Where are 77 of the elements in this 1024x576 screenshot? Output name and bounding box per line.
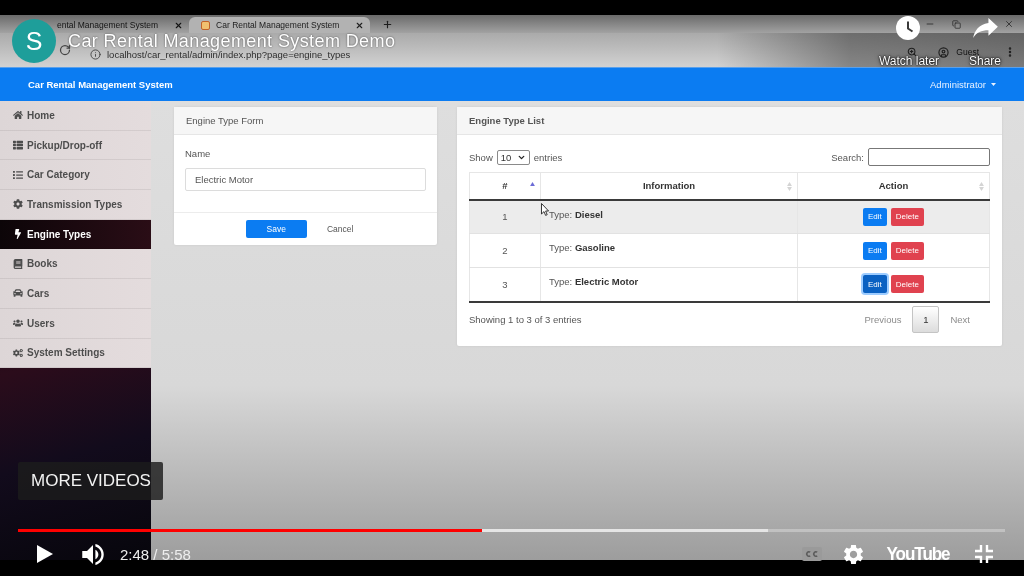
sidebar-item[interactable]: Transmission Types [0, 190, 151, 220]
tab-title: ental Management System [57, 20, 159, 30]
close-window-icon[interactable] [1004, 19, 1014, 29]
search-field[interactable] [868, 148, 990, 166]
browser-tab[interactable]: Car Rental Management System [189, 17, 371, 33]
play-icon[interactable] [37, 545, 53, 563]
engine-type-text: Type: Diesel [549, 208, 603, 220]
browser-tab[interactable]: ental Management System [57, 17, 190, 33]
progress-track[interactable] [18, 529, 1005, 532]
sidebar-item[interactable]: Pickup/Drop-off [0, 130, 151, 161]
delete-button[interactable]: Delete [890, 241, 924, 260]
channel-avatar[interactable]: S [12, 19, 56, 63]
sidebar-item[interactable]: Engine Types [0, 219, 151, 250]
settings-icon[interactable] [843, 544, 863, 564]
sidebar-item[interactable]: Users [0, 308, 151, 339]
time-display: 2:48 / 5:58 [120, 545, 191, 563]
url-text[interactable]: localhost/car_rental/admin/index.php?page=engine_types [107, 50, 351, 59]
table-info-text: Showing 1 to 3 of 3 entries [469, 313, 582, 325]
page-button[interactable]: 1 [912, 305, 940, 333]
edit-button[interactable]: Edit [863, 207, 887, 226]
card-header: Engine Type Form [174, 107, 437, 135]
close-tab-icon[interactable] [174, 20, 184, 30]
share-label[interactable]: Share [963, 55, 1007, 67]
sidebar-item[interactable]: Cars [0, 279, 151, 309]
column-header[interactable]: Information [540, 172, 798, 200]
mouse-cursor-icon [541, 202, 549, 216]
book-icon [13, 258, 23, 269]
list-icon [13, 169, 23, 180]
car-icon [13, 288, 23, 299]
sidebar-item[interactable]: Home [0, 101, 151, 131]
sidebar-item[interactable]: Books [0, 249, 151, 280]
users-icon [13, 318, 23, 329]
engine-type-text: Type: Gasoline [549, 242, 615, 253]
share-icon[interactable] [973, 18, 998, 38]
tab-title: Car Rental Management System [216, 20, 340, 30]
entries-label: entries [533, 151, 563, 163]
save-button[interactable]: Save [245, 220, 307, 238]
table-cell: 1 [469, 199, 541, 234]
table-cell: 3 [469, 267, 541, 302]
gears-icon [13, 347, 23, 358]
lightning-bolt-icon [13, 229, 23, 240]
edit-button[interactable]: Edit [863, 275, 887, 294]
home-icon [13, 110, 23, 121]
name-input[interactable]: Electric Motor [185, 168, 426, 191]
edit-button[interactable]: Edit [863, 241, 887, 260]
user-menu-button[interactable]: Administrator [930, 79, 996, 90]
new-tab-icon[interactable] [382, 19, 394, 30]
volume-icon[interactable] [82, 543, 104, 565]
restore-window-icon[interactable] [952, 19, 961, 29]
reload-icon[interactable] [59, 44, 71, 56]
app-brand[interactable]: Car Rental Management System [28, 79, 173, 90]
exit-fullscreen-icon[interactable] [975, 545, 993, 563]
profile-icon[interactable] [938, 46, 950, 58]
caret-icon [991, 83, 996, 86]
info-icon[interactable] [90, 48, 101, 60]
sidebar-item[interactable]: Car Category [0, 160, 151, 191]
field-label: Name [185, 148, 212, 160]
delete-button[interactable]: Delete [890, 275, 924, 294]
entries-select[interactable]: 10 [496, 149, 530, 165]
cancel-button[interactable]: Cancel [326, 220, 354, 238]
gear-icon [13, 199, 23, 210]
watch-later-label[interactable]: Watch later [867, 55, 951, 67]
table-cell: 2 [469, 233, 541, 268]
clock-icon[interactable] [896, 16, 920, 40]
card-header: Engine Type List [457, 107, 1002, 135]
more-videos-button[interactable]: MORE VIDEOS [18, 462, 163, 500]
table-list-icon [13, 140, 23, 151]
show-label: Show [469, 151, 493, 163]
sidebar-item[interactable]: System Settings [0, 338, 151, 369]
column-header[interactable]: # [469, 172, 541, 200]
profile-name[interactable]: Guest [956, 48, 979, 56]
closed-captions-icon[interactable] [801, 547, 822, 561]
delete-button[interactable]: Delete [890, 207, 924, 226]
search-label: Search: [831, 151, 864, 163]
engine-type-text: Type: Electric Motor [549, 276, 639, 287]
column-header[interactable]: Action [797, 172, 990, 200]
close-tab-icon[interactable] [355, 20, 365, 30]
